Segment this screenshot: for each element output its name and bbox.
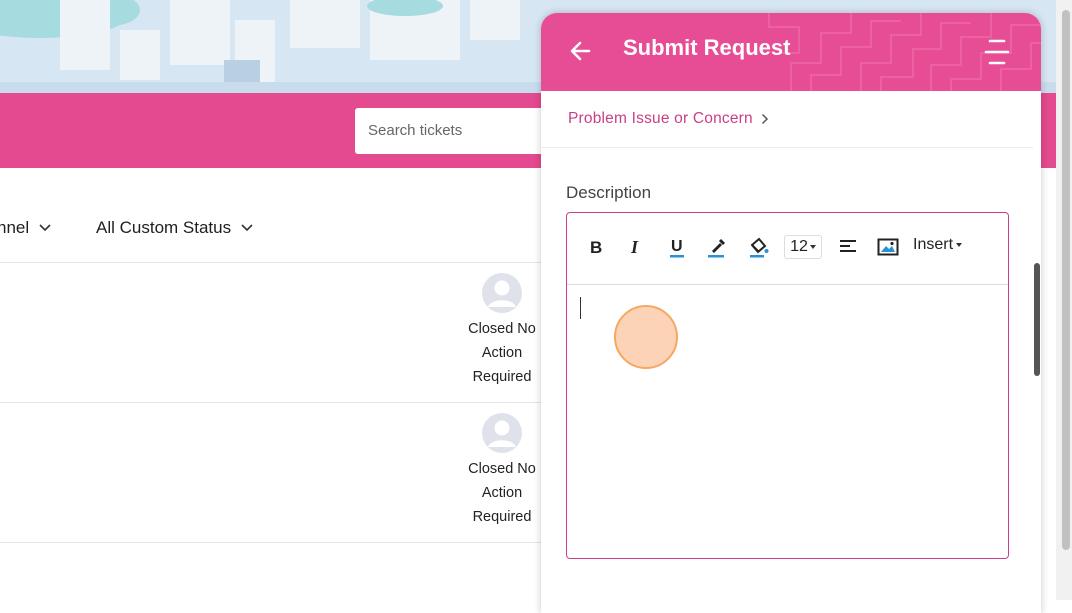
image-icon[interactable]: [877, 235, 899, 259]
breadcrumb[interactable]: Problem Issue or Concern: [568, 110, 769, 128]
page-scrollbar-thumb[interactable]: [1062, 10, 1070, 550]
panel-scrollbar-thumb[interactable]: [1034, 263, 1040, 376]
click-indicator: [614, 305, 678, 369]
divider: [0, 542, 545, 543]
chevron-down-icon: [241, 224, 253, 232]
search-input[interactable]: Search tickets: [355, 108, 555, 154]
custom-status-filter[interactable]: All Custom Status: [96, 218, 253, 238]
panel-title: Submit Request: [623, 35, 791, 60]
filter-label: All Custom Status: [96, 218, 232, 237]
insert-menu[interactable]: Insert: [913, 236, 963, 254]
panel-header: Submit Request: [541, 13, 1041, 91]
status-line: Action: [481, 485, 523, 501]
avatar-icon: [482, 273, 522, 313]
font-size-select[interactable]: 12: [784, 235, 822, 259]
status-line: Required: [472, 509, 532, 525]
svg-text:B: B: [590, 238, 602, 256]
status-line: Closed No: [468, 321, 536, 337]
chevron-right-icon: [761, 113, 768, 125]
divider: [0, 262, 545, 263]
divider: [0, 402, 545, 403]
align-left-icon[interactable]: [837, 235, 859, 259]
description-label: Description: [566, 183, 652, 202]
caret-down-icon: [956, 243, 963, 247]
editor-toolbar: B I U 12 Insert: [567, 213, 1008, 285]
avatar-icon: [482, 413, 522, 453]
underline-icon[interactable]: U: [665, 235, 689, 259]
breadcrumb-label[interactable]: Problem Issue or Concern: [568, 110, 753, 128]
paint-bucket-icon[interactable]: [747, 235, 771, 259]
chevron-down-icon: [39, 224, 51, 232]
caret-down-icon: [809, 245, 816, 249]
menu-icon[interactable]: [981, 37, 1011, 67]
svg-text:I: I: [630, 238, 639, 256]
header-pattern: [768, 13, 1041, 91]
divider: [541, 147, 1041, 148]
filter-label: nnel: [0, 218, 30, 237]
ticket-status: Closed No Action Required: [452, 457, 552, 529]
submit-request-panel: Submit Request Problem Issue or Concern …: [541, 13, 1041, 613]
arrow-left-icon[interactable]: [567, 37, 595, 65]
bold-icon[interactable]: B: [585, 235, 607, 259]
channel-filter[interactable]: nnel: [0, 218, 51, 238]
ticket-status: Closed No Action Required: [452, 317, 552, 389]
status-line: Required: [472, 369, 532, 385]
font-size-value: 12: [790, 238, 808, 255]
text-color-icon[interactable]: [705, 235, 729, 259]
insert-label: Insert: [913, 236, 954, 253]
svg-text:U: U: [671, 238, 683, 255]
status-line: Action: [481, 345, 523, 361]
status-line: Closed No: [468, 461, 536, 477]
description-editor[interactable]: B I U 12 Insert: [566, 212, 1009, 559]
text-cursor: [580, 297, 581, 319]
italic-icon[interactable]: I: [625, 235, 647, 259]
